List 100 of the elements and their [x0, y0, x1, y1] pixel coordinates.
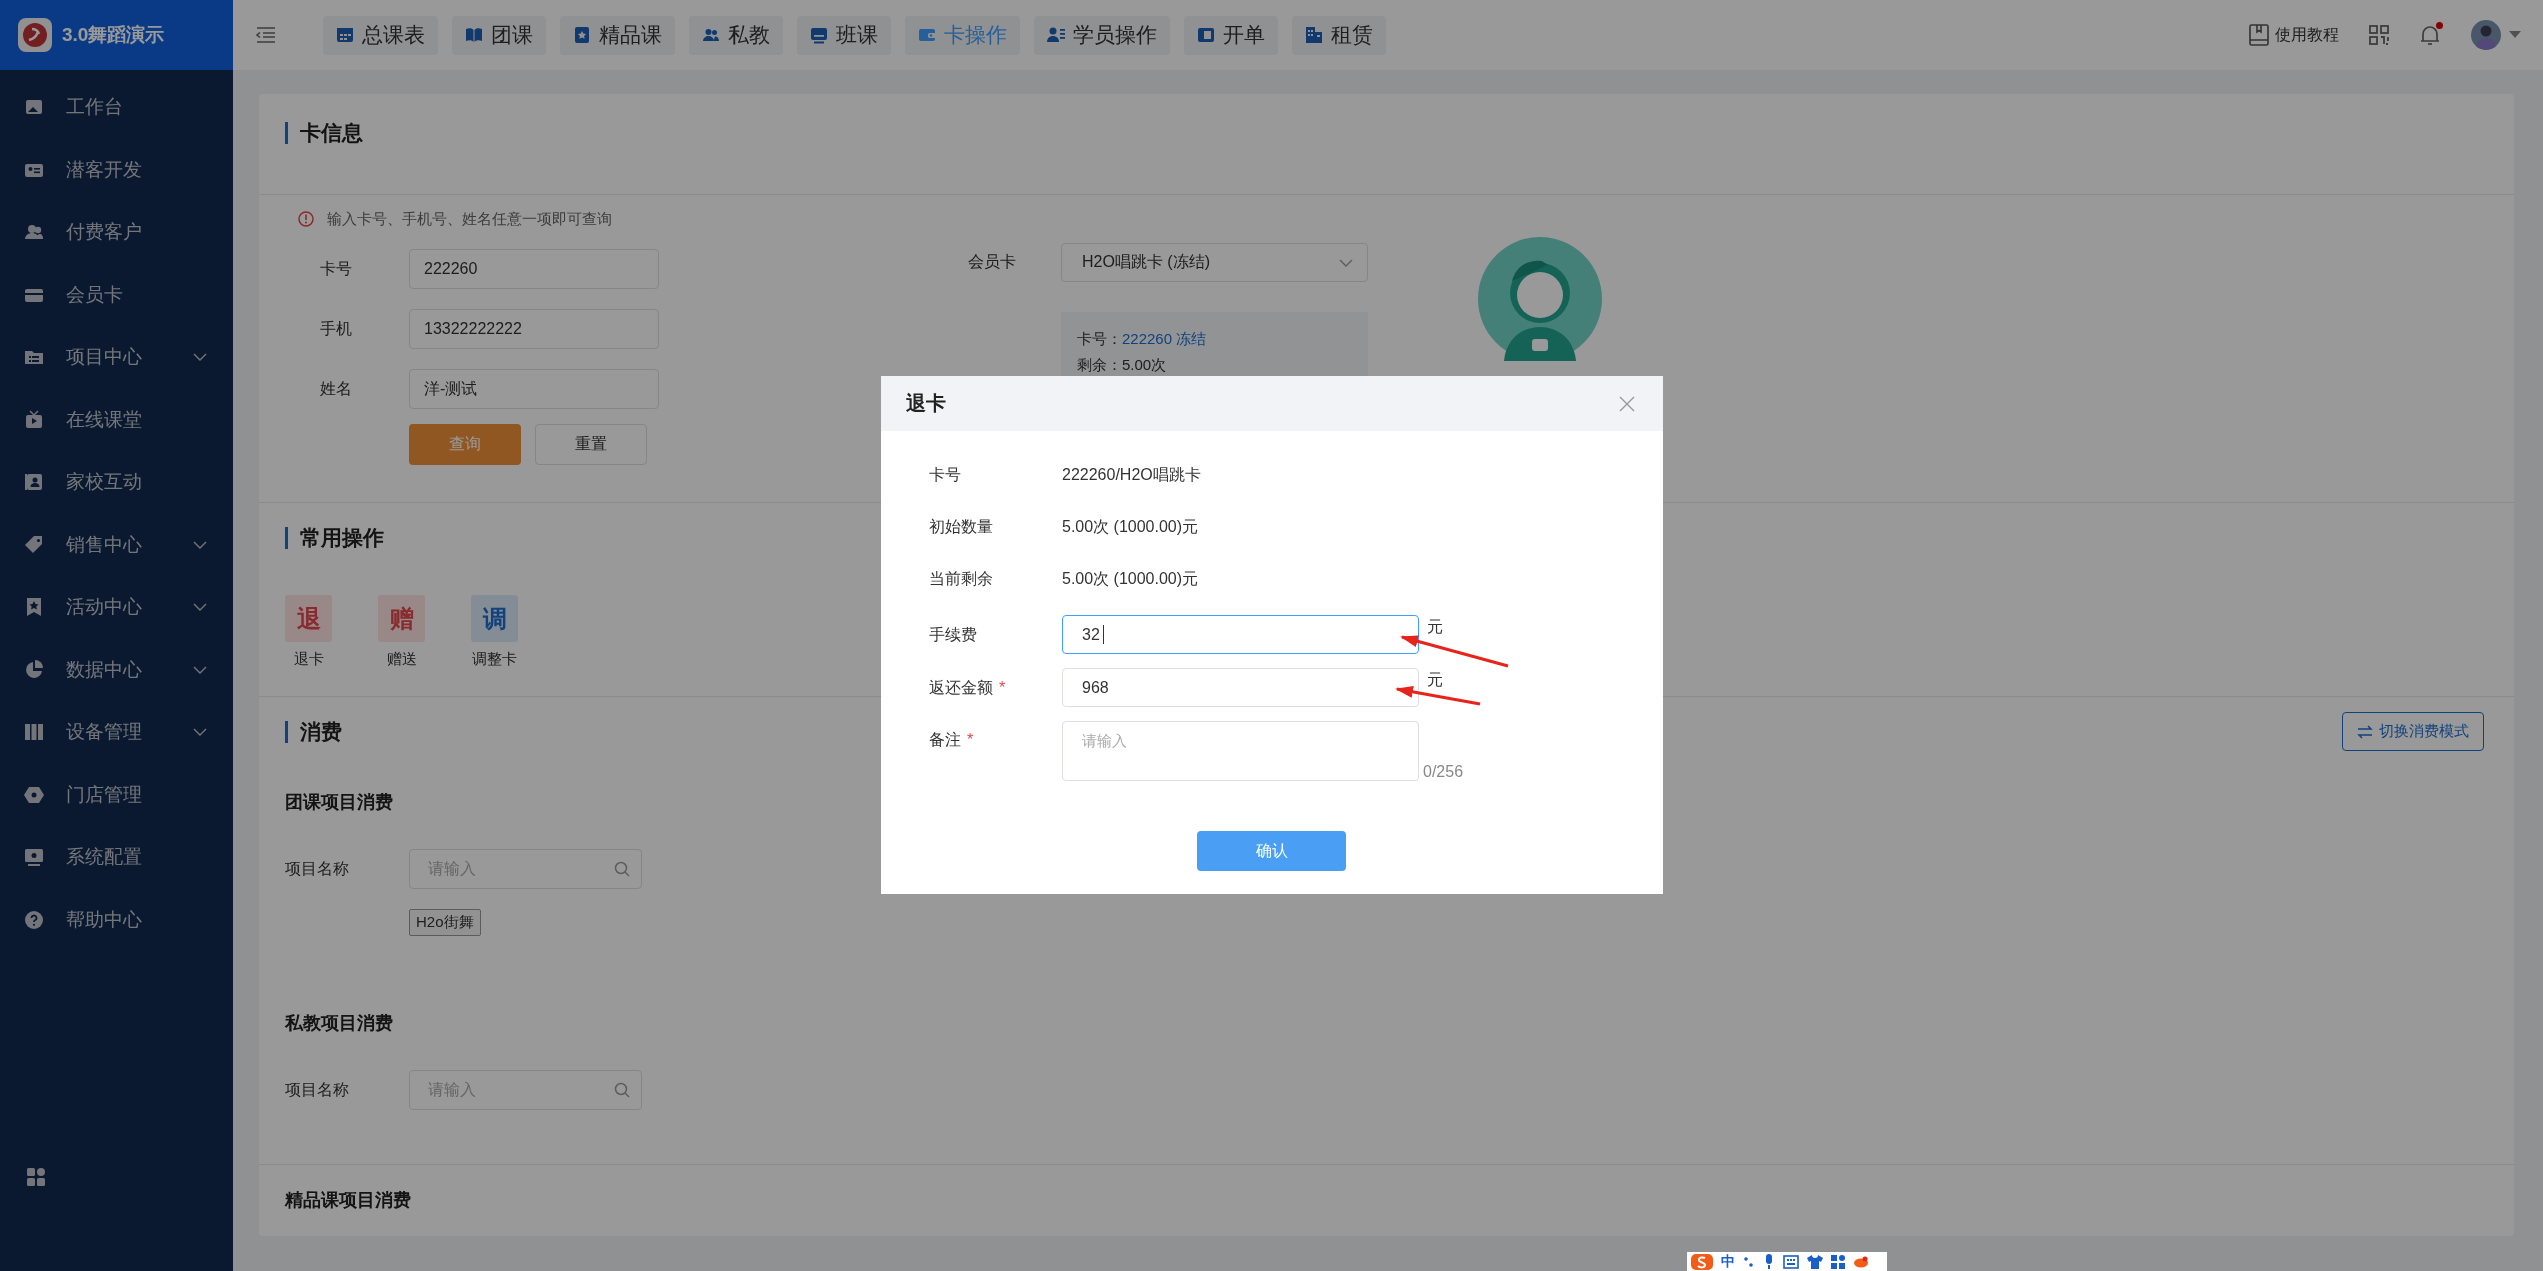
- skin-icon: [1853, 1255, 1869, 1268]
- nav-tab[interactable]: 学员操作: [1034, 15, 1170, 55]
- ribbon-icon: [24, 597, 44, 618]
- field-value: 5.00次 (1000.00)元: [1062, 516, 1199, 537]
- sidebar-item[interactable]: 会员卡: [0, 263, 233, 326]
- nav-tab[interactable]: 团课: [452, 15, 546, 55]
- action-glyph: 赠: [378, 595, 425, 642]
- nav-tab[interactable]: 开单: [1184, 15, 1278, 55]
- pie-chart-icon: [24, 659, 44, 680]
- sidebar-item[interactable]: 系统配置: [0, 826, 233, 889]
- punctuation-icon: [1743, 1254, 1755, 1269]
- action-item[interactable]: 调 调整卡: [471, 595, 518, 669]
- sidebar-item[interactable]: 潜客开发: [0, 138, 233, 201]
- sidebar-item[interactable]: 项目中心: [0, 326, 233, 389]
- sidebar-item[interactable]: 数据中心: [0, 638, 233, 701]
- menu-icon: [256, 27, 276, 43]
- wallet-icon: [918, 26, 936, 44]
- sidebar-item[interactable]: 设备管理: [0, 701, 233, 764]
- window-icon: [1197, 26, 1215, 44]
- field-label: 当前剩余: [929, 569, 993, 589]
- swap-icon: [2357, 724, 2373, 739]
- star-book-icon: [573, 26, 591, 44]
- required-mark: *: [967, 730, 974, 750]
- avatar-icon: [2471, 20, 2501, 50]
- tag-icon: [24, 534, 44, 555]
- input-field[interactable]: 32: [1062, 615, 1419, 654]
- action-glyph: 退: [285, 595, 332, 642]
- brand-name: 3.0舞蹈演示: [62, 23, 165, 47]
- users-icon: [702, 26, 720, 44]
- logo-icon: [18, 18, 52, 52]
- field-label: 会员卡: [968, 252, 1017, 272]
- select-field[interactable]: H2O唱跳卡 (冻结): [1061, 243, 1368, 282]
- sidebar-item[interactable]: 活动中心: [0, 576, 233, 639]
- tv-icon: [24, 409, 44, 430]
- close-icon: [1619, 395, 1635, 412]
- hexagon-icon: [24, 784, 44, 805]
- nav-tab[interactable]: 精品课: [560, 15, 675, 55]
- field-label: 备注: [929, 730, 961, 750]
- microphone-icon: [1763, 1253, 1775, 1270]
- text-cursor: [1103, 625, 1104, 644]
- input-field[interactable]: 洋-测试: [409, 369, 659, 409]
- field-label: 初始数量: [929, 517, 993, 537]
- remark-field[interactable]: 请输入: [1062, 721, 1419, 781]
- nav-tab[interactable]: 总课表: [323, 15, 438, 55]
- info-label: 剩余：5.00次: [1077, 356, 1167, 373]
- field-label: 卡号: [929, 465, 961, 485]
- action-item[interactable]: 赠 赠送: [378, 595, 425, 669]
- field-label: 姓名: [319, 378, 353, 399]
- info-label: 卡号：: [1077, 330, 1122, 347]
- field-label: 返还金额: [929, 678, 993, 698]
- input-mode-toggle[interactable]: 中: [1721, 1252, 1735, 1271]
- sidebar-item[interactable]: 在线课堂: [0, 388, 233, 451]
- calendar-icon: [336, 26, 354, 44]
- close-button[interactable]: [1619, 395, 1635, 412]
- card-status-link[interactable]: 222260 冻结: [1122, 330, 1207, 347]
- section-title: 消费: [285, 720, 342, 743]
- field-label: 手续费: [929, 625, 977, 645]
- section-title: 卡信息: [285, 122, 363, 144]
- reset-button[interactable]: 重置: [535, 424, 647, 465]
- caret-down-icon: [2509, 31, 2521, 39]
- info-icon: [298, 211, 314, 227]
- field-value: 5.00次 (1000.00)元: [1062, 568, 1199, 589]
- search-icon: [614, 861, 630, 877]
- field-value: 222260/H2O唱跳卡: [1062, 464, 1201, 485]
- nav-tab[interactable]: 租赁: [1292, 15, 1386, 55]
- subsection-title: 精品课项目消费: [285, 1189, 412, 1211]
- sidebar-item[interactable]: 工作台: [0, 76, 233, 139]
- sidebar-item[interactable]: 家校互动: [0, 451, 233, 514]
- required-mark: *: [999, 678, 1006, 698]
- grid-icon: [26, 1167, 46, 1187]
- book-icon: [2249, 24, 2269, 46]
- field-label: 卡号: [319, 258, 353, 279]
- action-glyph: 调: [471, 595, 518, 642]
- input-field[interactable]: 968: [1062, 668, 1419, 707]
- subsection-title: 团课项目消费: [285, 791, 394, 813]
- input-field[interactable]: 13322222222: [409, 309, 659, 349]
- help-link[interactable]: 使用教程: [2249, 24, 2339, 46]
- help-icon: [24, 909, 44, 930]
- qr-code-icon: [2369, 25, 2389, 45]
- field-label: 项目名称: [285, 1079, 350, 1100]
- books-icon: [24, 722, 44, 743]
- confirm-button[interactable]: 确认: [1197, 831, 1346, 871]
- sidebar-item[interactable]: 销售中心: [0, 513, 233, 576]
- project-tag[interactable]: H2o街舞: [409, 909, 481, 936]
- subsection-title: 私教项目消费: [285, 1012, 394, 1034]
- char-counter: 0/256: [1423, 763, 1464, 781]
- nav-tab[interactable]: 私教: [689, 15, 783, 55]
- action-item[interactable]: 退 退卡: [285, 595, 332, 669]
- switch-mode-button[interactable]: 切换消费模式: [2342, 712, 2484, 751]
- contact-icon: [24, 472, 44, 493]
- shirt-icon: [1807, 1254, 1823, 1269]
- sidebar-item[interactable]: 付费客户: [0, 201, 233, 264]
- nav-tab[interactable]: 班课: [797, 15, 891, 55]
- user-list-icon: [1047, 26, 1065, 44]
- input-field[interactable]: 222260: [409, 249, 659, 289]
- sidebar-item[interactable]: 帮助中心: [0, 888, 233, 951]
- monitor-icon: [24, 847, 44, 868]
- section-title: 常用操作: [285, 527, 384, 549]
- sidebar-item[interactable]: 门店管理: [0, 763, 233, 826]
- unit-label: 元: [1427, 671, 1443, 689]
